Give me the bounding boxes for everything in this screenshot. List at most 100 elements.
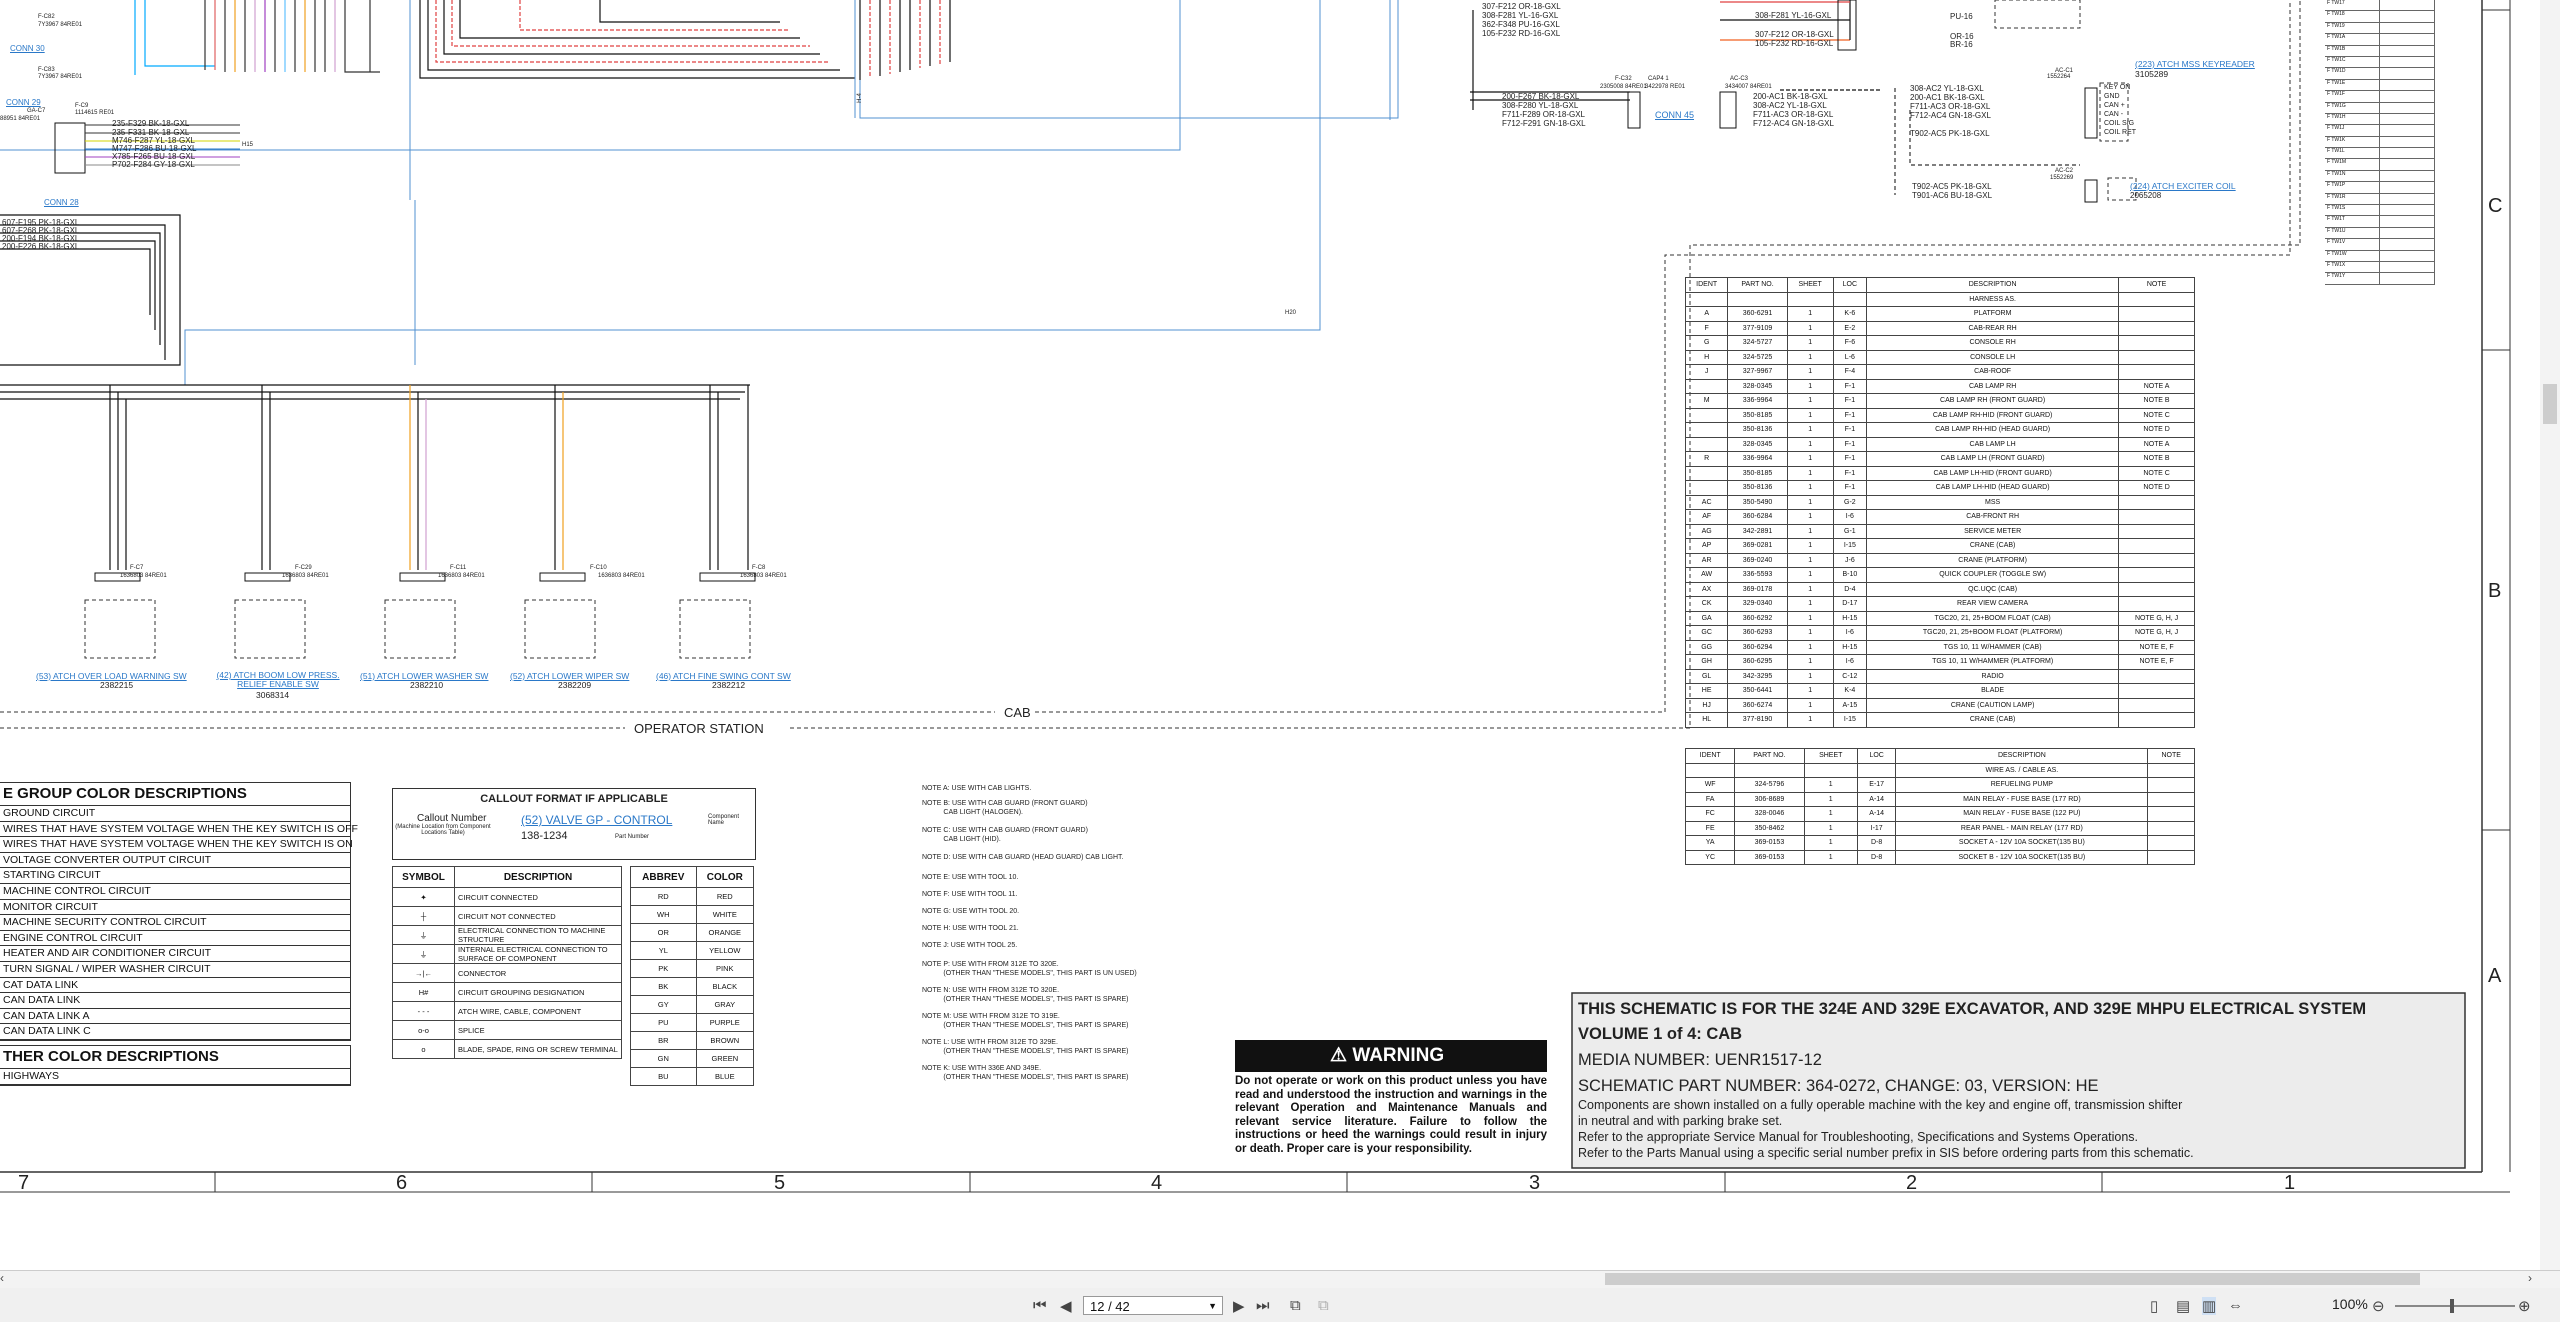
table-row: o-o SPLICE <box>392 1020 622 1040</box>
two-page-view-icon[interactable]: ▥ <box>2202 1297 2217 1315</box>
table-cell: F-1 <box>1832 451 1868 467</box>
list-item-label: F TW1U <box>2325 227 2380 239</box>
switch-4-num: 2382209 <box>558 680 592 690</box>
table-cell <box>2118 320 2195 336</box>
table-cell: I-6 <box>1832 509 1868 525</box>
symbol-table: SYMBOL DESCRIPTION ✦ CIRCUIT CONNECTED ┼ CI… <box>392 866 622 1059</box>
table-cell: REAR PANEL - MAIN RELAY (177 RD) <box>1895 820 2149 836</box>
title-desc-3: Refer to the appropriate Service Manual … <box>1578 1130 2139 1144</box>
group-color-row: CAN DATA LINK A <box>0 1009 350 1025</box>
col-desc: DESCRIPTION <box>1895 748 2149 764</box>
switch-2-link[interactable]: (42) ATCH BOOM LOW PRESS. RELIEF ENABLE … <box>208 671 348 689</box>
conn28-link[interactable]: CONN 28 <box>44 198 79 207</box>
zoom-level[interactable]: 100% <box>2332 1296 2368 1312</box>
table-cell: NOTE E, F <box>2118 639 2195 655</box>
table-row: YA 369-0153 1 D-8 SOCKET A - 12V 10A SOCKET(… <box>1684 835 2195 851</box>
vertical-scrollbar[interactable] <box>2540 0 2560 1270</box>
scroll-left-icon[interactable]: ‹ <box>0 1271 4 1285</box>
harness-table-header: IDENT PART NO. SHEET LOC DESCRIPTION NOT… <box>1684 277 2195 293</box>
table-row: AC 350-5490 1 G-2 MSS <box>1684 494 2195 510</box>
fit-width-icon[interactable]: ⇔ <box>2228 1297 2243 1314</box>
scroll-right-icon[interactable]: › <box>2528 1271 2532 1285</box>
page-number-input[interactable]: 12 / 42 ▼ <box>1083 1296 1223 1315</box>
fuse-list: F TW17 F TW18 F TW19 F TW1A F TW1B F TW1C F TW… <box>2325 0 2435 285</box>
table-cell: FC <box>1684 806 1736 822</box>
table-cell: NOTE D <box>2118 422 2195 438</box>
table-cell: 329-0340 <box>1727 596 1788 612</box>
vertical-scroll-thumb[interactable] <box>2543 384 2557 424</box>
list-item-value <box>2380 56 2435 68</box>
ac1-wire-5: T902-AC5 PK-18-GXL <box>1910 129 1990 138</box>
table-row: 350-8185 1 F-1 CAB LAMP RH-HID (FRONT GUARD… <box>1684 407 2195 423</box>
callout-example-link[interactable]: (52) VALVE GP - CONTROL <box>521 813 672 827</box>
description-col-header: DESCRIPTION <box>454 866 622 888</box>
prev-page-icon[interactable]: ◀ <box>1060 1297 1072 1315</box>
list-item-value <box>2380 102 2435 113</box>
table-row: CK 329-0340 1 D-17 REAR VIEW CAMERA <box>1684 596 2195 612</box>
note-item: NOTE C: USE WITH CAB GUARD (FRONT GUARD)… <box>922 827 1088 843</box>
page-layout-icon[interactable]: ⧉ <box>1290 1297 1301 1314</box>
table-row: HJ 360-6274 1 A-15 CRANE (CAUTION LAMP) <box>1684 697 2195 713</box>
h15-label: H15 <box>242 142 254 148</box>
chevron-down-icon[interactable]: ▼ <box>1208 1297 1217 1316</box>
color-cell: PINK <box>695 959 755 978</box>
table-cell: I-15 <box>1832 712 1868 728</box>
switch-1-num: 2382215 <box>100 680 134 690</box>
c82-label: F-C82 <box>38 14 55 20</box>
table-row: H 324-5725 1 L-6 CONSOLE LH <box>1684 349 2195 365</box>
zoom-slider[interactable] <box>2395 1305 2515 1307</box>
zoom-in-icon[interactable]: ⊕ <box>2518 1297 2531 1315</box>
single-page-view-icon[interactable]: ▯ <box>2150 1297 2158 1315</box>
table-cell: 350-8136 <box>1727 480 1788 496</box>
table-cell: HL <box>1684 712 1729 728</box>
conn29-link[interactable]: CONN 29 <box>6 98 41 107</box>
conn45-link[interactable]: CONN 45 <box>1655 110 1694 120</box>
table-cell: NOTE A <box>2118 378 2195 394</box>
group-color-row: STARTING CIRCUIT <box>0 868 350 884</box>
exciter-link[interactable]: (224) ATCH EXCITER COIL <box>2130 181 2236 191</box>
table-cell: R <box>1684 451 1729 467</box>
table-cell: AP <box>1684 538 1729 554</box>
table-cell: 369-0240 <box>1727 552 1788 568</box>
callout-component-name: Component Name <box>708 814 740 826</box>
horizontal-scrollbar[interactable]: ‹ › <box>0 1271 2560 1288</box>
table-cell: F-1 <box>1832 436 1868 452</box>
cap-label: CAP4 1 <box>1648 76 1669 82</box>
zoom-out-icon[interactable]: ⊖ <box>2372 1297 2385 1315</box>
table-cell: 1 <box>1786 320 1834 336</box>
table-cell: MAIN RELAY - FUSE BASE (122 PU) <box>1895 806 2149 822</box>
first-page-icon[interactable]: ⏮ <box>1033 1297 1047 1314</box>
continuous-view-icon[interactable]: ▤ <box>2176 1297 2190 1315</box>
list-item-value <box>2380 136 2435 148</box>
table-cell: F-1 <box>1832 480 1868 496</box>
table-cell <box>2118 523 2195 539</box>
table-cell <box>1684 436 1729 452</box>
last-page-icon[interactable]: ⏭ <box>1256 1297 1270 1314</box>
symbol-icon: ┼ <box>392 906 455 926</box>
list-item: F TW1S <box>2325 205 2435 217</box>
rotate-icon[interactable]: ⧉ <box>1318 1297 1329 1314</box>
table-row: PK PINK <box>630 959 755 978</box>
keyreader-link[interactable]: (223) ATCH MSS KEYREADER <box>2135 59 2255 69</box>
horizontal-scroll-thumb[interactable] <box>1605 1273 2420 1285</box>
switch-3-num: 2382210 <box>410 680 444 690</box>
table-cell: 328-0345 <box>1727 436 1788 452</box>
table-cell: 1 <box>1803 806 1858 822</box>
c9-label: F-C9 <box>75 103 89 109</box>
conn30-link[interactable]: CONN 30 <box>10 44 45 53</box>
table-cell: MAIN RELAY - FUSE BASE (177 RD) <box>1895 791 2149 807</box>
next-page-icon[interactable]: ▶ <box>1233 1297 1245 1315</box>
table-cell <box>2118 712 2195 728</box>
list-item-value <box>2380 22 2435 34</box>
color-cell: WHITE <box>695 905 755 924</box>
symbol-icon: →|← <box>392 963 455 983</box>
zoom-slider-handle[interactable] <box>2450 1299 2454 1313</box>
table-row: PU PURPLE <box>630 1013 755 1032</box>
ac1-pin-6: COIL RET <box>2104 129 2137 136</box>
abbrev-cell: BR <box>630 1031 697 1050</box>
list-item-label: F TW1W <box>2325 250 2380 261</box>
list-item: F TW1N <box>2325 170 2435 183</box>
table-row: - - - ATCH WIRE, CABLE, COMPONENT <box>392 1001 622 1021</box>
ac2-label: AC-C2 <box>2055 168 2074 174</box>
table-cell: AW <box>1684 567 1729 583</box>
